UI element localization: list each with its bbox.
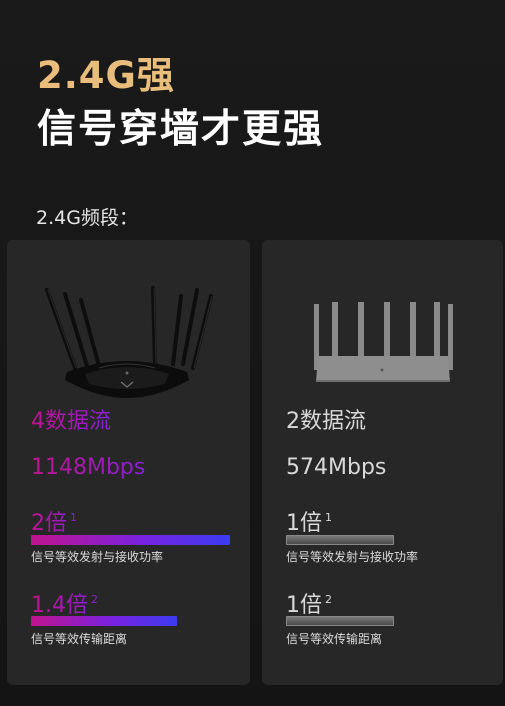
band-label: 2.4G频段： — [36, 207, 138, 229]
distance-bar — [286, 616, 394, 626]
title-accent: 2.4G强 — [37, 54, 175, 97]
speed-label: 574Mbps — [286, 455, 387, 480]
power-footnote: 1 — [325, 511, 332, 524]
distance-multiplier-value: 1.4倍 — [31, 593, 88, 618]
comparison-card-left: 4数据流 1148Mbps 2倍 1 信号等效发射与接收功率 1.4倍 2 信号等效… — [7, 240, 250, 685]
distance-multiplier: 1倍 2 — [286, 586, 332, 620]
power-bar — [286, 535, 394, 545]
speed-label: 1148Mbps — [31, 455, 146, 480]
power-note: 信号等效发射与接收功率 — [286, 550, 419, 564]
power-multiplier-value: 2倍 — [31, 511, 67, 536]
distance-footnote: 2 — [325, 593, 332, 606]
distance-footnote: 2 — [91, 593, 98, 606]
streams-label: 2数据流 — [286, 409, 366, 434]
power-multiplier-value: 1倍 — [286, 511, 322, 536]
comparison-card-right: 2数据流 574Mbps 1倍 1 信号等效发射与接收功率 1倍 2 信号等效传输距… — [262, 240, 503, 685]
distance-bar — [31, 616, 177, 626]
distance-multiplier-value: 1倍 — [286, 593, 322, 618]
title-main: 信号穿墙才更强 — [37, 107, 325, 152]
power-multiplier: 2倍 1 — [31, 504, 77, 538]
router-gray-image — [314, 302, 453, 382]
distance-note: 信号等效传输距离 — [31, 632, 128, 646]
router-black-image — [45, 286, 213, 398]
power-multiplier: 1倍 1 — [286, 504, 332, 538]
power-note: 信号等效发射与接收功率 — [31, 550, 164, 564]
power-footnote: 1 — [70, 511, 77, 524]
streams-label: 4数据流 — [31, 409, 111, 434]
distance-note: 信号等效传输距离 — [286, 632, 383, 646]
power-bar — [31, 535, 230, 545]
distance-multiplier: 1.4倍 2 — [31, 586, 98, 620]
